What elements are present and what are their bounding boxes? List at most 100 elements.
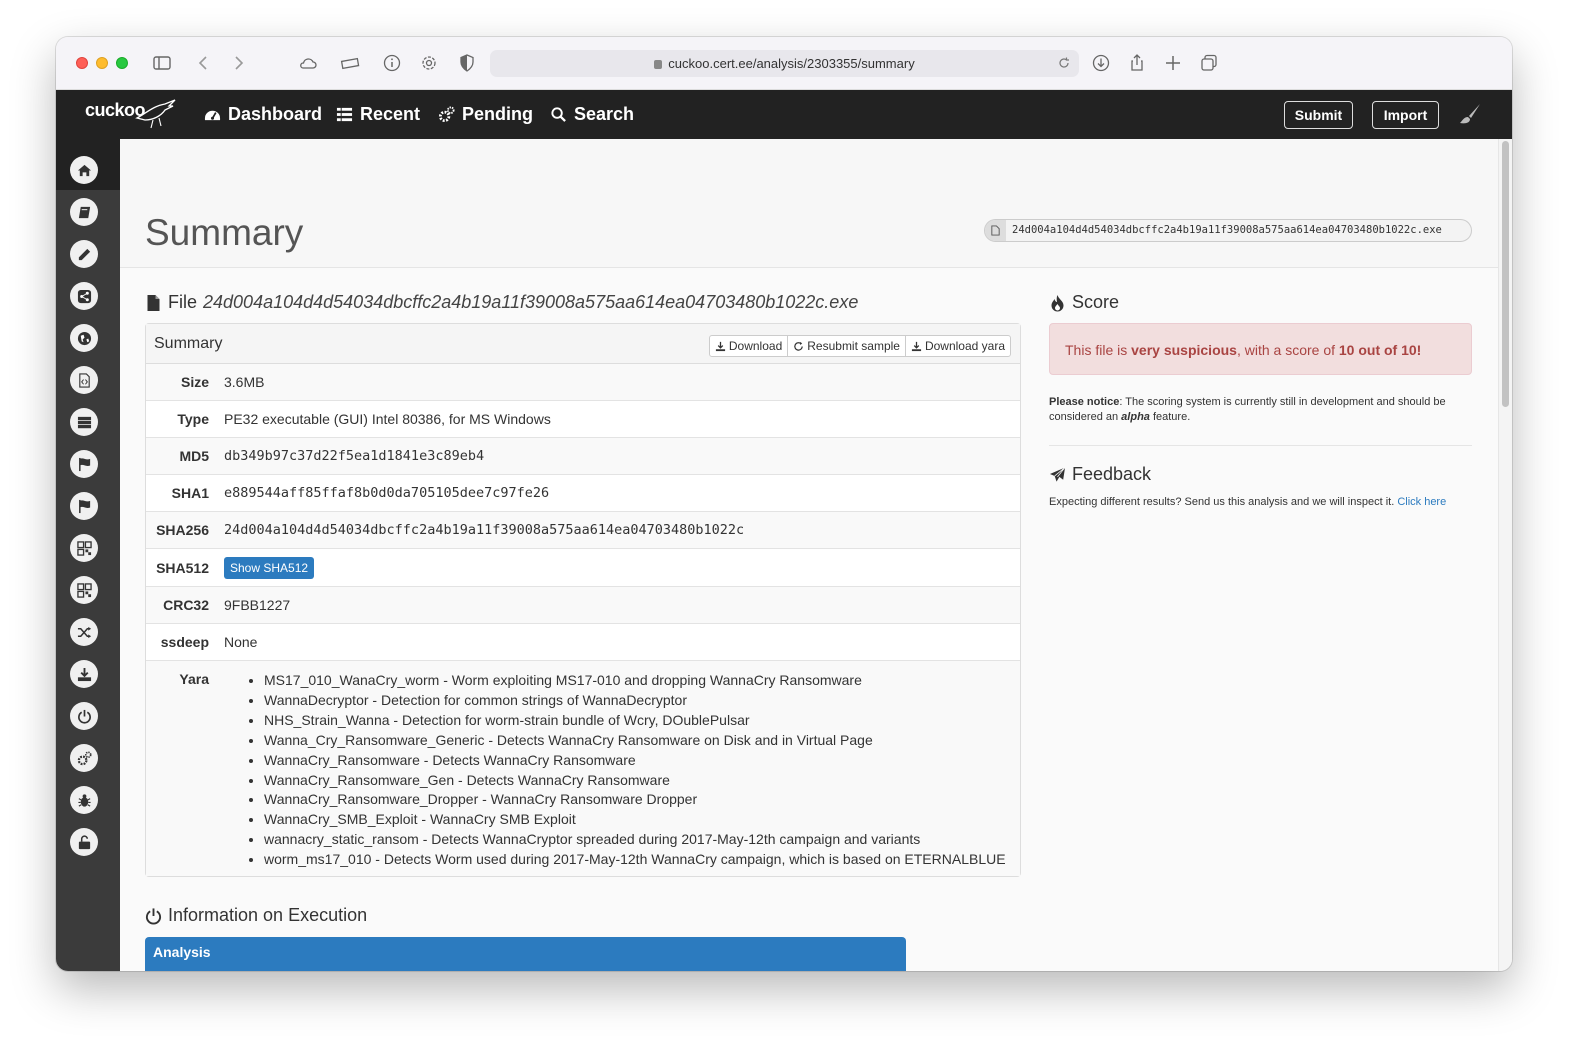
cloud-icon[interactable] xyxy=(298,53,318,73)
cogs-icon xyxy=(77,750,92,765)
row-value: db349b97c37d22f5ea1d1841e3c89eb4 xyxy=(224,448,485,464)
sidebar-item-extracted[interactable] xyxy=(70,240,98,268)
nav-search[interactable]: Search xyxy=(550,104,634,125)
execution-section-title: Information on Execution xyxy=(145,905,367,926)
close-window-button[interactable] xyxy=(76,57,88,69)
qrcode-icon xyxy=(76,582,92,598)
score-section-title: Score xyxy=(1049,292,1119,313)
sidebar xyxy=(56,139,120,971)
scrollbar-thumb[interactable] xyxy=(1502,141,1509,407)
share-icon xyxy=(77,289,91,303)
row-label: Yara xyxy=(179,671,209,687)
download-icon xyxy=(715,341,725,351)
page-title: Summary xyxy=(145,212,304,253)
feedback-text: Expecting different results? Send us thi… xyxy=(1049,496,1447,508)
filename-badge: 24d004a104d4d54034dbcffc2a4b19a11f39008a… xyxy=(984,219,1472,242)
row-label: Type xyxy=(177,411,209,427)
yara-item: NHS_Strain_Wanna - Detection for worm-st… xyxy=(264,711,1006,731)
yara-item: WannaCry_Ransomware_Dropper - WannaCry R… xyxy=(264,790,1006,810)
nav-dashboard[interactable]: Dashboard xyxy=(204,104,322,125)
main-content: Summary 24d004a104d4d54034dbcffc2a4b19a1… xyxy=(120,139,1498,971)
back-icon[interactable] xyxy=(194,53,214,73)
row-label: MD5 xyxy=(179,448,209,464)
cuckoo-logo[interactable]: cuckoo xyxy=(85,99,176,129)
feedback-section-title: Feedback xyxy=(1049,464,1151,485)
sidebar-item-reboot[interactable] xyxy=(70,702,98,730)
analysis-panel-heading: Analysis xyxy=(145,937,906,971)
sidebar-item-compare[interactable] xyxy=(70,618,98,646)
sidebar-item-network[interactable] xyxy=(70,324,98,352)
panel-heading: Summary Download Resubmit sample Downloa… xyxy=(146,324,1020,364)
row-value: 24d004a104d4d54034dbcffc2a4b19a11f39008a… xyxy=(224,522,745,538)
scoring-notice: Please notice: The scoring system is cur… xyxy=(1049,396,1446,423)
sidebar-item-options[interactable] xyxy=(70,744,98,772)
file-icon xyxy=(985,220,1006,241)
row-label: ssdeep xyxy=(160,634,209,650)
sidebar-item-qr-1[interactable] xyxy=(70,534,98,562)
scrollbar[interactable] xyxy=(1498,139,1512,971)
sidebar-item-dropped[interactable] xyxy=(70,366,98,394)
browser-toolbar: cuckoo.cert.ee/analysis/2303355/summary xyxy=(56,37,1512,90)
paintbrush-icon[interactable] xyxy=(1458,102,1482,126)
sidebar-item-summary[interactable] xyxy=(70,156,98,184)
row-label: Size xyxy=(180,374,209,390)
shield-icon[interactable] xyxy=(457,53,477,73)
sidebar-item-qr-2[interactable] xyxy=(70,576,98,604)
cogs-icon xyxy=(438,106,455,123)
tab-overview-icon[interactable] xyxy=(1199,53,1219,73)
row-value: 9FBB1227 xyxy=(224,597,291,613)
row-ssdeep: ssdeep None xyxy=(146,624,1020,661)
row-value: e889544aff85ffaf8b0d0da705105dee7c97fe26 xyxy=(224,485,550,501)
import-button[interactable]: Import xyxy=(1372,101,1439,129)
refresh-icon xyxy=(794,341,804,351)
downloads-icon[interactable] xyxy=(1091,53,1111,73)
sidebar-item-unlock[interactable] xyxy=(70,828,98,856)
sidebar-item-flags-2[interactable] xyxy=(70,492,98,520)
file-section-filename: 24d004a104d4d54034dbcffc2a4b19a11f39008a… xyxy=(203,292,859,312)
yara-item: Wanna_Cry_Ransomware_Generic - Detects W… xyxy=(264,731,1006,751)
minimize-window-button[interactable] xyxy=(96,57,108,69)
list-icon xyxy=(336,107,353,122)
sidebar-item-behavior[interactable] xyxy=(70,282,98,310)
row-sha512: SHA512 Show SHA512 xyxy=(146,549,1020,587)
server-icon xyxy=(77,416,91,428)
sidebar-item-process[interactable] xyxy=(70,408,98,436)
zoom-window-button[interactable] xyxy=(116,57,128,69)
book-icon xyxy=(78,206,90,218)
power-icon xyxy=(77,709,91,724)
yara-item: wannacry_static_ransom - Detects WannaCr… xyxy=(264,830,1006,850)
yara-item: WannaCry_SMB_Exploit - WannaCry SMB Expl… xyxy=(264,810,1006,830)
row-value: None xyxy=(224,634,258,650)
nav-recent[interactable]: Recent xyxy=(336,104,420,125)
info-icon[interactable] xyxy=(382,53,402,73)
download-yara-button[interactable]: Download yara xyxy=(906,336,1010,356)
dashboard-icon xyxy=(204,110,221,121)
address-bar[interactable]: cuckoo.cert.ee/analysis/2303355/summary xyxy=(490,50,1079,77)
resubmit-sample-button[interactable]: Resubmit sample xyxy=(788,336,906,356)
row-sha1: SHA1 e889544aff85ffaf8b0d0da705105dee7c9… xyxy=(146,475,1020,512)
new-tab-icon[interactable] xyxy=(1163,53,1183,73)
pencil-icon xyxy=(78,248,90,260)
sidebar-item-static[interactable] xyxy=(70,198,98,226)
settings-icon[interactable] xyxy=(419,53,439,73)
submit-button[interactable]: Submit xyxy=(1284,101,1353,129)
nav-pending[interactable]: Pending xyxy=(438,104,533,125)
sidebar-item-misp[interactable] xyxy=(70,786,98,814)
search-icon xyxy=(551,107,566,122)
page-header: Summary 24d004a104d4d54034dbcffc2a4b19a1… xyxy=(120,139,1498,268)
sidebar-toggle-icon[interactable] xyxy=(152,53,172,73)
row-label: SHA1 xyxy=(171,485,209,501)
sidebar-item-flags-1[interactable] xyxy=(70,450,98,478)
sidebar-item-export[interactable] xyxy=(70,660,98,688)
ruler-icon[interactable] xyxy=(340,53,360,73)
reload-icon[interactable] xyxy=(1057,56,1071,70)
show-sha512-button[interactable]: Show SHA512 xyxy=(224,557,315,579)
divider xyxy=(1049,445,1472,446)
home-icon xyxy=(77,164,91,176)
row-sha256: SHA256 24d004a104d4d54034dbcffc2a4b19a11… xyxy=(146,512,1020,549)
score-verdict: very suspicious xyxy=(1131,342,1237,358)
feedback-link[interactable]: Click here xyxy=(1397,496,1446,508)
forward-icon[interactable] xyxy=(228,53,248,73)
download-button[interactable]: Download xyxy=(710,336,789,356)
share-icon[interactable] xyxy=(1127,53,1147,73)
